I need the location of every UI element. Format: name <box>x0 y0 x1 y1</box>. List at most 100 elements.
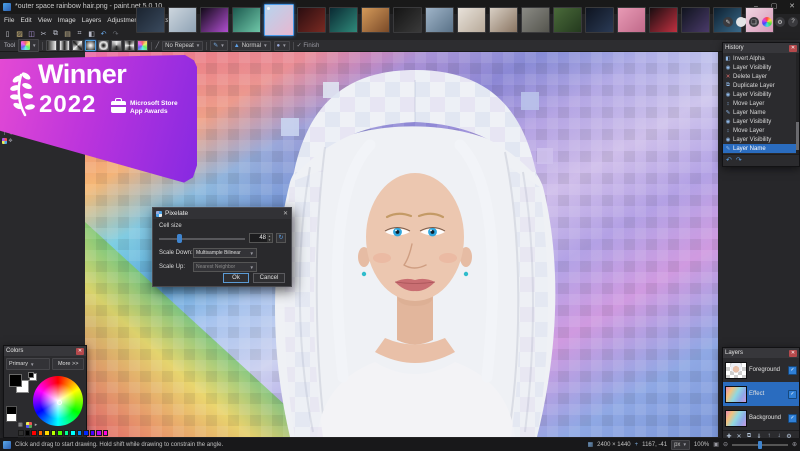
gradient-radial-reflected-button[interactable] <box>98 40 110 51</box>
cell-size-slider[interactable] <box>159 238 245 240</box>
dialog-title-bar[interactable]: Pixelate ✕ <box>153 208 291 219</box>
thumbnail-image-4[interactable] <box>232 7 261 33</box>
finish-button[interactable]: ✓ Finish <box>297 42 320 49</box>
menu-edit[interactable]: Edit <box>17 15 34 26</box>
thumbnail-image-12[interactable] <box>489 7 518 33</box>
palette-swatch[interactable] <box>18 430 24 436</box>
palette-swatch[interactable] <box>76 430 82 436</box>
thumbnail-image-1[interactable] <box>136 7 165 33</box>
palette-swatch[interactable] <box>102 430 108 436</box>
blend-mode-dropdown[interactable]: ▲ Normal ▼ <box>230 40 271 51</box>
menu-view[interactable]: View <box>35 15 55 26</box>
color-picker-tool-icon[interactable] <box>2 138 7 144</box>
zoom-slider-thumb[interactable] <box>757 440 762 449</box>
thumbnail-image-5-current[interactable] <box>264 4 294 36</box>
zoom-in-icon[interactable]: ⊕ <box>792 441 797 448</box>
palette-swatch[interactable] <box>31 430 37 436</box>
palette-colors-icon[interactable] <box>25 422 32 428</box>
help-button[interactable]: ? <box>788 17 798 27</box>
unit-dropdown[interactable]: px ▼ <box>671 439 690 450</box>
thumbnail-image-6[interactable] <box>297 7 326 33</box>
pan-tool-icon[interactable]: ✥ <box>8 138 13 144</box>
history-toggle[interactable] <box>736 17 746 27</box>
default-colors-icon[interactable] <box>28 372 37 381</box>
palette-swatch[interactable] <box>50 430 56 436</box>
thumbnail-image-13[interactable] <box>521 7 550 33</box>
open-icon[interactable]: ▨ <box>14 28 25 39</box>
history-item[interactable]: ◉ Layer Visibility <box>723 117 799 126</box>
layer-row-background[interactable]: Background ✓ <box>723 406 799 430</box>
scale-up-dropdown[interactable]: Nearest Neighbor ▼ <box>193 262 257 272</box>
save-icon[interactable]: ◫ <box>26 28 37 39</box>
gradient-color-mode-button[interactable] <box>137 40 149 51</box>
palette-swatch[interactable] <box>44 430 50 436</box>
settings-button[interactable]: ⚙ <box>775 17 785 27</box>
zoom-out-icon[interactable]: ⊖ <box>723 441 728 448</box>
thumbnail-image-2[interactable] <box>168 7 197 33</box>
history-panel-header[interactable]: History ✕ <box>723 43 799 53</box>
history-item[interactable]: ◉ Layer Visibility <box>723 63 799 72</box>
colors-toggle[interactable] <box>762 17 772 27</box>
crop-icon[interactable]: ⌗ <box>74 28 85 39</box>
colors-panel-header[interactable]: Colors ✕ <box>4 346 86 356</box>
close-button[interactable]: ✕ <box>784 2 800 12</box>
palette-arrow-icon[interactable]: ▸ <box>35 422 38 428</box>
history-close-icon[interactable]: ✕ <box>789 44 797 52</box>
copy-icon[interactable]: ⧉ <box>50 28 61 39</box>
redo-button[interactable]: ↷ <box>736 156 742 164</box>
gradient-linear-diamond-button[interactable] <box>72 40 84 51</box>
layer-visible-checkbox[interactable]: ✓ <box>788 365 797 375</box>
black-white-swatches[interactable] <box>6 406 17 422</box>
select-icon[interactable]: ◧ <box>86 28 97 39</box>
paste-icon[interactable]: ▤ <box>62 28 73 39</box>
new-icon[interactable]: ▯ <box>2 28 13 39</box>
history-item[interactable]: ✎ Layer Name <box>723 144 799 153</box>
layer-row-foreground[interactable]: Foreground ✓ <box>723 358 799 382</box>
thumbnail-image-16[interactable] <box>617 7 646 33</box>
primary-color-swatch[interactable] <box>9 374 22 387</box>
layer-row-effect[interactable]: Effect ✓ <box>723 382 799 406</box>
layers-toggle[interactable]: ❏ <box>749 17 759 27</box>
history-item[interactable]: ⧉ Duplicate Layer <box>723 81 799 90</box>
thumbnail-image-10[interactable] <box>425 7 454 33</box>
menu-file[interactable]: File <box>1 15 17 26</box>
history-item[interactable]: ◉ Layer Visibility <box>723 90 799 99</box>
gradient-conical-button[interactable] <box>111 40 123 51</box>
tool-chooser[interactable]: ▼ <box>18 39 40 52</box>
color-mode-select[interactable]: Primary ▼ <box>6 358 51 370</box>
history-item[interactable]: ◉ Layer Visibility <box>723 135 799 144</box>
alpha-mode-dropdown[interactable]: ● ▼ <box>273 40 290 51</box>
reset-button[interactable]: ↻ <box>276 233 286 243</box>
history-item[interactable]: ✎ Layer Name <box>723 108 799 117</box>
thumbnail-image-9[interactable] <box>393 7 422 33</box>
antialias-dropdown[interactable]: ✎ ▼ <box>210 40 228 51</box>
menu-image[interactable]: Image <box>55 15 79 26</box>
gradient-radial-button[interactable] <box>85 40 97 51</box>
zoom-slider[interactable] <box>731 440 788 449</box>
palette-swatch[interactable] <box>96 430 102 436</box>
history-scrollbar[interactable] <box>796 53 799 154</box>
cancel-button[interactable]: Cancel <box>253 273 285 283</box>
cell-size-spinner[interactable]: ▲ ▼ <box>267 234 272 242</box>
layers-close-icon[interactable]: ✕ <box>789 349 797 357</box>
palette-swatch[interactable] <box>63 430 69 436</box>
palette-swatch[interactable] <box>37 430 43 436</box>
redo-icon[interactable]: ↷ <box>110 28 121 39</box>
history-item[interactable]: ↕ Move Layer <box>723 99 799 108</box>
more-button[interactable]: More >> <box>52 358 84 370</box>
thumbnail-image-14[interactable] <box>553 7 582 33</box>
thumbnail-image-17[interactable] <box>649 7 678 33</box>
history-item[interactable]: ↕ Move Layer <box>723 126 799 135</box>
ok-button[interactable]: Ok <box>223 273 249 283</box>
palette-swatch[interactable] <box>70 430 76 436</box>
tools-toggle[interactable]: ✎ <box>723 17 733 27</box>
cell-size-input[interactable]: 48 ▲ ▼ <box>249 233 273 243</box>
thumbnail-image-3[interactable] <box>200 7 229 33</box>
thumbnail-image-15[interactable] <box>585 7 614 33</box>
palette-swatch[interactable] <box>83 430 89 436</box>
palette-swatch[interactable] <box>24 430 30 436</box>
cut-icon[interactable]: ✂ <box>38 28 49 39</box>
thumbnail-image-8[interactable] <box>361 7 390 33</box>
layer-visible-checkbox[interactable]: ✓ <box>788 413 797 423</box>
thumbnail-image-11[interactable] <box>457 7 486 33</box>
